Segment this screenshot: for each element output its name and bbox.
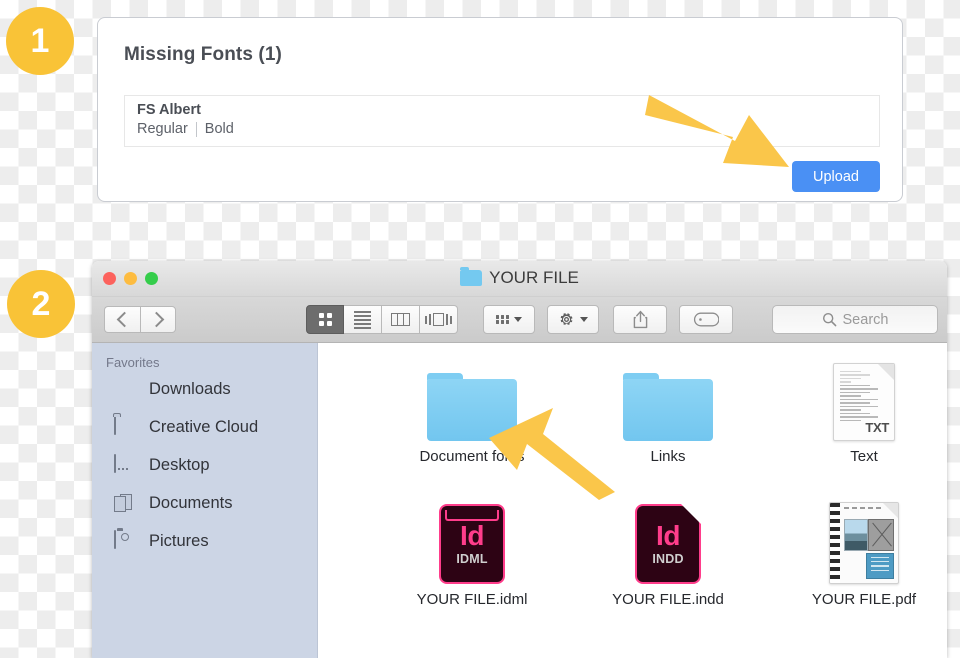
file-item-document-fonts[interactable]: Document fonts (397, 355, 547, 465)
finder-window: YOUR FILE Search Favorites Downloads Cre… (92, 261, 947, 658)
sidebar-header-favorites: Favorites (106, 355, 160, 370)
finder-titlebar: YOUR FILE (92, 261, 947, 297)
desktop-icon (114, 454, 138, 476)
file-label: Links (650, 448, 686, 465)
finder-toolbar: Search (92, 297, 947, 343)
sidebar-item-label: Pictures (149, 532, 209, 550)
tag-icon (693, 312, 719, 327)
grid-icon (318, 313, 332, 326)
pdf-document-icon (789, 498, 939, 584)
columns-icon (391, 313, 410, 326)
sidebar-item-label: Downloads (149, 380, 231, 398)
chevron-down-icon (580, 317, 588, 322)
upload-button[interactable]: Upload (792, 161, 880, 192)
window-title-text: YOUR FILE (489, 268, 579, 287)
sidebar-item-label: Desktop (149, 456, 210, 474)
finder-sidebar: Favorites Downloads Creative Cloud Deskt… (92, 343, 318, 658)
icon-view-button[interactable] (306, 305, 344, 334)
style-divider (195, 121, 197, 137)
sidebar-item-pictures[interactable]: Pictures (114, 530, 209, 552)
sidebar-item-desktop[interactable]: Desktop (114, 454, 210, 476)
sidebar-item-creative-cloud[interactable]: Creative Cloud (114, 416, 259, 438)
missing-fonts-title: Missing Fonts (1) (124, 44, 282, 65)
file-item-links[interactable]: Links (593, 355, 743, 465)
font-list-item[interactable]: FS Albert Regular Bold (124, 95, 880, 147)
file-label: YOUR FILE.idml (416, 591, 528, 608)
folder-icon (397, 355, 547, 441)
file-type-badge: TXT (865, 420, 889, 435)
file-label: YOUR FILE.indd (612, 591, 724, 608)
share-button[interactable] (613, 305, 667, 334)
forward-button[interactable] (140, 306, 176, 333)
chevron-right-icon (148, 311, 165, 328)
arrange-icon (495, 315, 510, 324)
tags-button[interactable] (679, 305, 733, 334)
gear-icon (560, 313, 573, 325)
step-badge-1: 1 (6, 7, 74, 75)
column-view-button[interactable] (382, 305, 420, 334)
file-label: Document fonts (419, 448, 525, 465)
txt-document-icon: TXT (789, 355, 939, 441)
font-family-name: FS Albert (137, 102, 201, 118)
file-label: YOUR FILE.pdf (811, 591, 917, 608)
folder-icon (460, 267, 483, 286)
chevron-down-icon (514, 317, 523, 322)
window-title: YOUR FILE (92, 267, 947, 288)
file-label: Text (850, 448, 878, 465)
search-placeholder: Search (842, 311, 889, 328)
documents-icon (114, 493, 138, 514)
list-icon (354, 310, 371, 329)
missing-fonts-panel: Missing Fonts (1) FS Albert Regular Bold… (97, 17, 903, 202)
indesign-logo: Id (460, 520, 484, 551)
sidebar-item-documents[interactable]: Documents (114, 493, 232, 514)
gallery-view-button[interactable] (420, 305, 458, 334)
font-style-bold: Bold (204, 121, 234, 137)
finder-body: Favorites Downloads Creative Cloud Deskt… (92, 343, 947, 658)
file-type-badge: IDML (456, 552, 488, 566)
step-badge-2: 2 (7, 270, 75, 338)
chevron-left-icon (116, 311, 132, 328)
search-icon (822, 312, 836, 327)
file-item-pdf[interactable]: YOUR FILE.pdf (789, 498, 939, 608)
back-button[interactable] (104, 306, 140, 333)
folder-icon (114, 416, 138, 438)
view-mode-group (306, 305, 458, 334)
font-style-regular: Regular (137, 121, 188, 137)
file-type-badge: INDD (652, 552, 684, 566)
gallery-icon (425, 313, 452, 326)
download-icon (114, 379, 138, 400)
search-input[interactable]: Search (772, 305, 938, 334)
file-item-indd[interactable]: Id INDD YOUR FILE.indd (593, 498, 743, 608)
indesign-indd-icon: Id INDD (593, 498, 743, 584)
file-item-text[interactable]: TXT Text (789, 355, 939, 465)
list-view-button[interactable] (344, 305, 382, 334)
sidebar-item-downloads[interactable]: Downloads (114, 379, 231, 400)
sidebar-item-label: Creative Cloud (149, 418, 259, 436)
indesign-idml-icon: Id IDML (397, 498, 547, 584)
action-button[interactable] (547, 305, 599, 334)
screenshot-root: 1 2 Missing Fonts (1) FS Albert Regular … (0, 0, 960, 658)
share-icon (633, 310, 647, 329)
font-styles: Regular Bold (137, 121, 234, 137)
sidebar-item-label: Documents (149, 494, 233, 512)
arrange-button[interactable] (483, 305, 535, 334)
indesign-logo: Id (656, 520, 680, 551)
folder-icon (593, 355, 743, 441)
finder-file-grid: Document fonts Links TXT Text Id IDML YO… (319, 343, 947, 658)
file-item-idml[interactable]: Id IDML YOUR FILE.idml (397, 498, 547, 608)
camera-icon (114, 530, 138, 552)
